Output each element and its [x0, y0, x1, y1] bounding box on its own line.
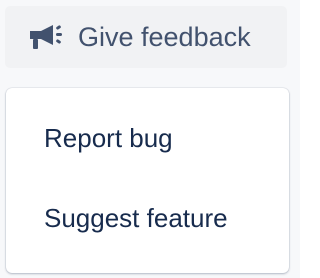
megaphone-icon — [28, 23, 68, 51]
suggest-feature-menu-item[interactable]: Suggest feature — [6, 181, 289, 255]
report-bug-menu-item[interactable]: Report bug — [6, 101, 289, 175]
give-feedback-button[interactable]: Give feedback — [5, 6, 287, 68]
feedback-menu: Report bug Suggest feature — [6, 88, 289, 273]
give-feedback-label: Give feedback — [78, 21, 251, 52]
